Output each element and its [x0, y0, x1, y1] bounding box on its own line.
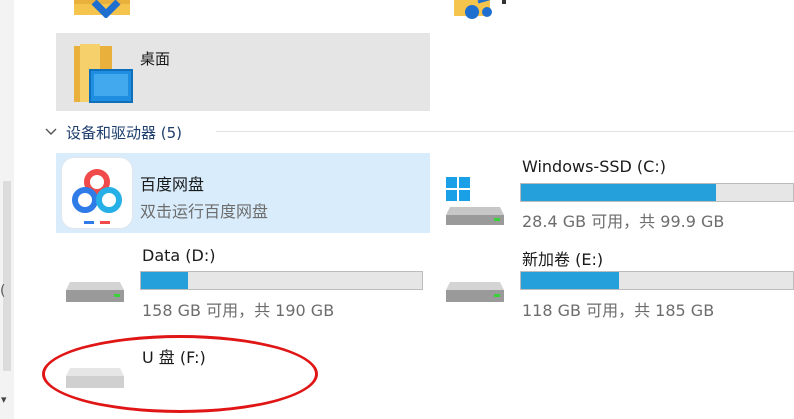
section-divider [216, 131, 794, 132]
drive-c-usage-fill [521, 184, 716, 201]
highlight-oval [42, 335, 318, 413]
folder-icon[interactable] [72, 0, 134, 19]
section-title: 设备和驱动器 (5) [66, 123, 183, 142]
drive-d-usage-fill [141, 272, 189, 289]
drive-c-usage-bar [520, 183, 794, 202]
drive-e-name: 新加卷 (E:) [522, 250, 604, 269]
drive-e-usage-bar [520, 271, 794, 290]
hard-drive-icon [62, 274, 128, 318]
desktop-folder-icon [70, 42, 134, 108]
devices-section-header[interactable]: 设备和驱动器 (5) [44, 121, 182, 143]
music-folder-icon[interactable] [452, 0, 512, 19]
drive-c-name: Windows-SSD (C:) [522, 157, 666, 176]
scroll-down-icon[interactable]: ▾ [1, 393, 7, 406]
drive-d-info: 158 GB 可用，共 190 GB [142, 301, 335, 320]
baidu-netdisk-icon [62, 158, 132, 228]
drive-d-name: Data (D:) [142, 246, 216, 265]
nav-pane-scroll-thumb[interactable] [3, 181, 11, 371]
drive-c-info: 28.4 GB 可用，共 99.9 GB [522, 212, 725, 231]
truncated-nav-glyph: ( [0, 283, 6, 299]
hard-drive-icon [442, 274, 508, 318]
windows-drive-icon [442, 173, 508, 233]
drive-e-info: 118 GB 可用，共 185 GB [522, 301, 715, 320]
drive-d-usage-bar [140, 271, 423, 290]
baidu-netdisk-name: 百度网盘 [140, 175, 205, 194]
drive-e-usage-fill [521, 272, 620, 289]
desktop-label: 桌面 [140, 50, 171, 68]
chevron-down-icon[interactable] [44, 125, 58, 139]
baidu-netdisk-subtitle: 双击运行百度网盘 [140, 202, 269, 221]
